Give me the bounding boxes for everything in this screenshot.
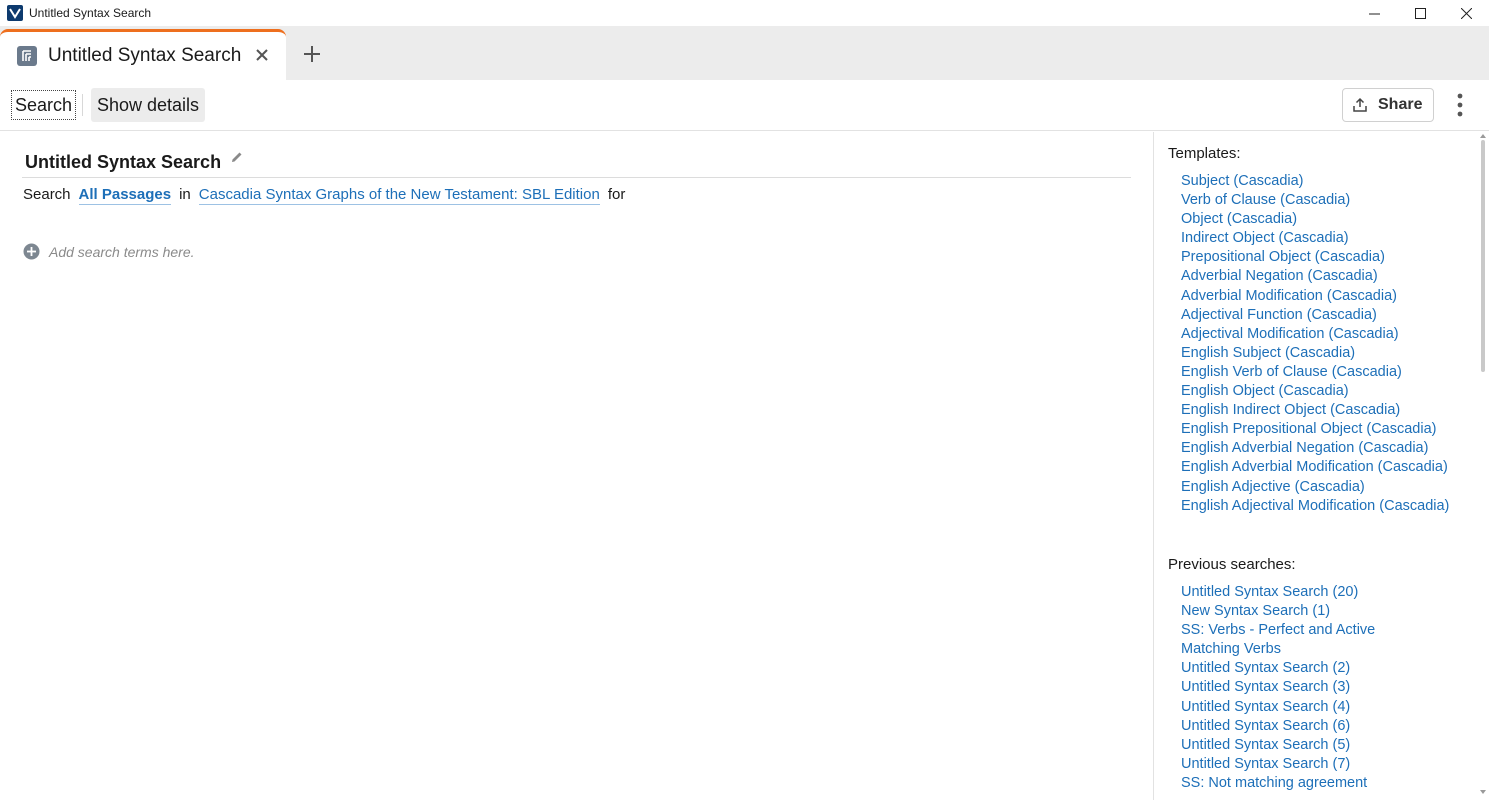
template-link[interactable]: Indirect Object (Cascadia)	[1181, 229, 1449, 248]
toolbar: Search Show details Share	[0, 80, 1489, 131]
previous-search-link[interactable]: New Syntax Search (1)	[1181, 602, 1375, 621]
in-word: in	[179, 186, 191, 203]
window-controls	[1351, 0, 1489, 26]
add-circle-icon	[23, 243, 40, 260]
window-titlebar: Untitled Syntax Search	[0, 0, 1489, 26]
window-title: Untitled Syntax Search	[29, 6, 152, 20]
search-editor: Untitled Syntax Search Search All Passag…	[0, 132, 1153, 800]
toolbar-divider	[82, 94, 83, 116]
logos-app-icon	[7, 5, 23, 21]
previous-search-link[interactable]: Untitled Syntax Search (6)	[1181, 717, 1375, 736]
templates-list: Subject (Cascadia) Verb of Clause (Casca…	[1181, 172, 1449, 516]
templates-heading: Templates:	[1168, 145, 1241, 162]
template-link[interactable]: English Adjective (Cascadia)	[1181, 478, 1449, 497]
search-title-row: Untitled Syntax Search	[22, 146, 1131, 178]
search-query-line: Search All Passages in Cascadia Syntax G…	[23, 186, 625, 205]
plus-icon[interactable]	[300, 42, 324, 66]
template-link[interactable]: English Indirect Object (Cascadia)	[1181, 401, 1449, 420]
share-button[interactable]: Share	[1342, 88, 1434, 122]
template-link[interactable]: English Adverbial Negation (Cascadia)	[1181, 439, 1449, 458]
tab-label: Untitled Syntax Search	[48, 45, 242, 66]
minimize-icon[interactable]	[1351, 0, 1397, 26]
template-link[interactable]: Object (Cascadia)	[1181, 210, 1449, 229]
panel-scrollbar[interactable]	[1481, 140, 1485, 372]
previous-search-link[interactable]: Matching Verbs	[1181, 640, 1375, 659]
pencil-icon[interactable]	[230, 150, 244, 164]
tab-untitled-syntax-search[interactable]: Untitled Syntax Search	[0, 29, 286, 80]
template-link[interactable]: English Adjectival Modification (Cascadi…	[1181, 497, 1449, 516]
maximize-icon[interactable]	[1397, 0, 1443, 26]
previous-search-link[interactable]: Untitled Syntax Search (2)	[1181, 659, 1375, 678]
template-link[interactable]: Adjectival Modification (Cascadia)	[1181, 325, 1449, 344]
close-icon[interactable]	[252, 45, 272, 65]
scope-selector[interactable]: All Passages	[78, 186, 172, 205]
previous-search-link[interactable]: Untitled Syntax Search (7)	[1181, 755, 1375, 774]
share-label: Share	[1378, 96, 1423, 113]
search-button[interactable]: Search	[11, 90, 77, 120]
previous-search-link[interactable]: SS: Verbs - Perfect and Active	[1181, 621, 1375, 640]
scroll-down-icon[interactable]	[1480, 790, 1486, 794]
search-title[interactable]: Untitled Syntax Search	[25, 152, 221, 173]
syntax-search-icon	[17, 46, 37, 66]
previous-search-link[interactable]: Untitled Syntax Search (3)	[1181, 678, 1375, 697]
scroll-up-icon[interactable]	[1480, 134, 1486, 138]
close-window-icon[interactable]	[1443, 0, 1489, 26]
template-link[interactable]: English Prepositional Object (Cascadia)	[1181, 420, 1449, 439]
templates-panel: Templates: Subject (Cascadia) Verb of Cl…	[1153, 132, 1489, 800]
template-link[interactable]: Adverbial Modification (Cascadia)	[1181, 287, 1449, 306]
tab-strip: Untitled Syntax Search	[0, 26, 1489, 80]
template-link[interactable]: English Verb of Clause (Cascadia)	[1181, 363, 1449, 382]
template-link[interactable]: Prepositional Object (Cascadia)	[1181, 248, 1449, 267]
resource-selector[interactable]: Cascadia Syntax Graphs of the New Testam…	[198, 186, 600, 205]
template-link[interactable]: Adverbial Negation (Cascadia)	[1181, 267, 1449, 286]
previous-searches-list: Untitled Syntax Search (20) New Syntax S…	[1181, 583, 1375, 793]
add-search-terms[interactable]: Add search terms here.	[23, 243, 195, 260]
add-terms-placeholder: Add search terms here.	[49, 243, 195, 260]
share-upload-icon	[1351, 96, 1369, 114]
for-word: for	[607, 186, 626, 203]
previous-search-link[interactable]: Untitled Syntax Search (20)	[1181, 583, 1375, 602]
show-details-button[interactable]: Show details	[91, 88, 206, 122]
template-link[interactable]: English Object (Cascadia)	[1181, 382, 1449, 401]
template-link[interactable]: Subject (Cascadia)	[1181, 172, 1449, 191]
search-word: Search	[23, 186, 71, 203]
vertical-ellipsis-icon[interactable]	[1450, 92, 1470, 118]
template-link[interactable]: English Subject (Cascadia)	[1181, 344, 1449, 363]
previous-search-link[interactable]: SS: Not matching agreement	[1181, 774, 1375, 793]
previous-search-link[interactable]: Untitled Syntax Search (4)	[1181, 698, 1375, 717]
template-link[interactable]: Adjectival Function (Cascadia)	[1181, 306, 1449, 325]
previous-search-link[interactable]: Untitled Syntax Search (5)	[1181, 736, 1375, 755]
template-link[interactable]: Verb of Clause (Cascadia)	[1181, 191, 1449, 210]
previous-searches-heading: Previous searches:	[1168, 556, 1296, 573]
template-link[interactable]: English Adverbial Modification (Cascadia…	[1181, 458, 1449, 477]
